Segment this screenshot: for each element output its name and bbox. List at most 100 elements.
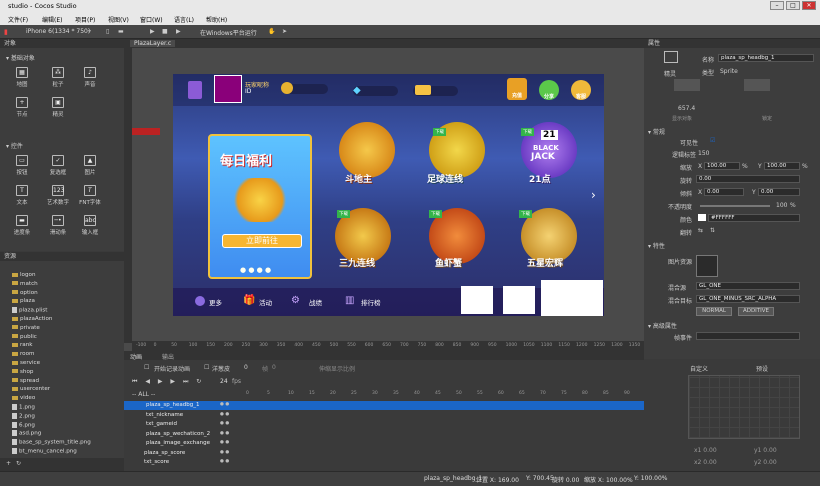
scale-y-input[interactable]: 100.00 [764, 162, 800, 170]
menu-project[interactable]: 项目(P) [75, 15, 95, 24]
prev-frame-icon[interactable]: ◀ [145, 378, 150, 385]
menu-window[interactable]: 窗口(W) [140, 15, 163, 24]
bottom-more[interactable]: 更多 [209, 297, 222, 307]
avatar-frame-selected[interactable] [214, 75, 242, 103]
tree-item[interactable]: plaza.plist [12, 307, 47, 314]
tree-item[interactable]: shop [12, 369, 33, 375]
last-frame-icon[interactable]: ⏭ [183, 378, 188, 385]
eye-lock-icon[interactable]: ● ● [220, 431, 229, 436]
tree-item[interactable]: 1.png [12, 404, 35, 411]
skew-y-input[interactable]: 0.00 [758, 188, 800, 196]
tree-item[interactable]: public [12, 334, 37, 340]
onion-value[interactable]: 0 [244, 364, 248, 371]
color-swatch[interactable] [698, 214, 706, 221]
flip-v-icon[interactable]: ⇅ [710, 227, 715, 234]
tree-item[interactable]: logon [12, 272, 36, 278]
share-button[interactable]: 分享 [539, 80, 559, 100]
add-icon[interactable]: + [6, 460, 11, 467]
flip-h-icon[interactable]: ⇆ [698, 227, 703, 234]
bottom-rank[interactable]: 排行榜 [361, 297, 381, 307]
chevron-down-icon[interactable]: ▾ [88, 28, 91, 35]
refresh-icon[interactable]: ↻ [16, 460, 21, 467]
widget-sprite[interactable]: ▣ 精灵 [44, 97, 72, 118]
tree-item[interactable]: base_sp_system_title.png [12, 439, 91, 446]
widget-button[interactable]: ▭ 按钮 [8, 155, 36, 176]
tree-item[interactable]: spread [12, 378, 39, 384]
game-doudizhu[interactable] [339, 122, 395, 178]
timeline-row[interactable]: txt_nickname ● ● [124, 411, 694, 420]
tree-item[interactable]: usercenter [12, 386, 50, 392]
pointer-icon[interactable]: ➤ [282, 28, 287, 35]
widget-image[interactable]: ▲ 图片 [76, 155, 104, 176]
portrait-icon[interactable]: ▯ [106, 28, 109, 35]
tree-item[interactable]: video [12, 395, 35, 401]
color-input[interactable]: #FFFFFF [708, 214, 800, 222]
back-button[interactable] [188, 81, 202, 99]
hand-icon[interactable]: ✋ [268, 28, 275, 35]
tab-animation[interactable]: 动画 [130, 352, 142, 361]
curve-preset-tab[interactable]: 预设 [756, 364, 768, 373]
eye-lock-icon[interactable]: ● ● [220, 402, 229, 407]
widget-text[interactable]: T 文本 [8, 185, 36, 206]
tree-item[interactable]: room [12, 351, 34, 357]
timeline-row[interactable]: txt_gameid ● ● [124, 420, 694, 429]
first-frame-icon[interactable]: ⏮ [132, 378, 137, 385]
eye-lock-icon[interactable]: ● ● [220, 459, 229, 464]
frame-event-input[interactable] [696, 332, 800, 340]
timeline-row[interactable]: txt_score ● ● [124, 458, 694, 467]
skew-x-input[interactable]: 0.00 [704, 188, 744, 196]
timeline-row[interactable]: plaza_sp_wechaticon_2 ● ● [124, 430, 694, 439]
blend-src-select[interactable]: GL_ONE [696, 282, 800, 290]
record-checkbox[interactable]: ☐ [144, 364, 149, 371]
minimize-button[interactable]: – [770, 1, 784, 10]
menu-edit[interactable]: 编辑(E) [42, 15, 62, 24]
tree-item[interactable]: option [12, 290, 38, 296]
tree-item[interactable]: rank [12, 342, 33, 348]
next-arrow-icon[interactable]: › [591, 188, 596, 202]
loop-icon[interactable]: ↻ [196, 378, 201, 385]
menu-help[interactable]: 帮助(H) [206, 15, 227, 24]
play-timeline-icon[interactable]: ▶ [158, 378, 163, 385]
widget-node[interactable]: + 节点 [8, 97, 36, 118]
blend-normal-button[interactable]: NORMAL [696, 307, 732, 316]
frame-value[interactable]: 0 [272, 364, 276, 371]
name-input[interactable]: plaza_sp_headbg_1 [718, 54, 814, 62]
opacity-slider[interactable] [700, 205, 770, 207]
tree-item[interactable]: match [12, 281, 38, 287]
stop-icon[interactable]: ■ [162, 28, 168, 35]
timeline-row[interactable]: plaza_sp_score ● ● [124, 449, 694, 458]
eye-lock-icon[interactable]: ● ● [220, 412, 229, 417]
game-scene[interactable]: 玩家昵称 ID ◆ 充值 分享 客服 每日福利 立即前往 ● ● ● ● 斗地主… [173, 74, 604, 316]
visible-checkbox[interactable]: ☑ [710, 137, 715, 144]
show-object-label[interactable]: 显示对象 [672, 115, 692, 122]
menu-view[interactable]: 视图(V) [108, 15, 129, 24]
widget-checkbox[interactable]: ✓ 复选框 [44, 155, 72, 176]
opacity-value[interactable]: 100 [776, 202, 787, 209]
lock-label[interactable]: 锁定 [762, 115, 772, 122]
all-layers-select[interactable]: -- ALL -- [132, 391, 155, 398]
daily-welfare-card[interactable]: 每日福利 立即前往 ● ● ● ● [208, 134, 312, 279]
landscape-icon[interactable]: ▬ [118, 28, 124, 35]
scale-x-input[interactable]: 100.00 [704, 162, 740, 170]
phone-icon[interactable]: ▮ [4, 28, 8, 36]
run-target[interactable]: 在Windows平台运行 [200, 28, 257, 37]
blend-additive-button[interactable]: ADDITIVE [738, 307, 774, 316]
widget-input[interactable]: abc 输入框 [76, 215, 104, 236]
image-resource-slot[interactable] [696, 255, 718, 277]
widget-sound[interactable]: ♪ 声音 [76, 67, 104, 88]
tree-item[interactable]: asd.png [12, 430, 41, 437]
tab-output[interactable]: 输出 [162, 352, 174, 361]
widget-atlas-label[interactable]: 123 艺术数字 [44, 185, 72, 206]
tree-item[interactable]: plazaAction [12, 316, 52, 322]
curve-custom-tab[interactable]: 自定义 [690, 364, 708, 373]
logic-tag-value[interactable]: 150 [698, 150, 709, 157]
tree-item[interactable]: private [12, 325, 40, 331]
widget-slider[interactable]: ─• 滑动条 [44, 215, 72, 236]
widget-fnt[interactable]: 𝑇 FNT字体 [76, 185, 104, 206]
tab-plazalayer[interactable]: PlazaLayer.c [130, 40, 176, 47]
widget-map[interactable]: ▦ 地图 [8, 67, 36, 88]
maximize-button[interactable]: □ [786, 1, 800, 10]
widget-particle[interactable]: ⁂ 粒子 [44, 67, 72, 88]
menu-language[interactable]: 语言(L) [174, 15, 194, 24]
tree-item[interactable]: plaza [12, 298, 35, 304]
